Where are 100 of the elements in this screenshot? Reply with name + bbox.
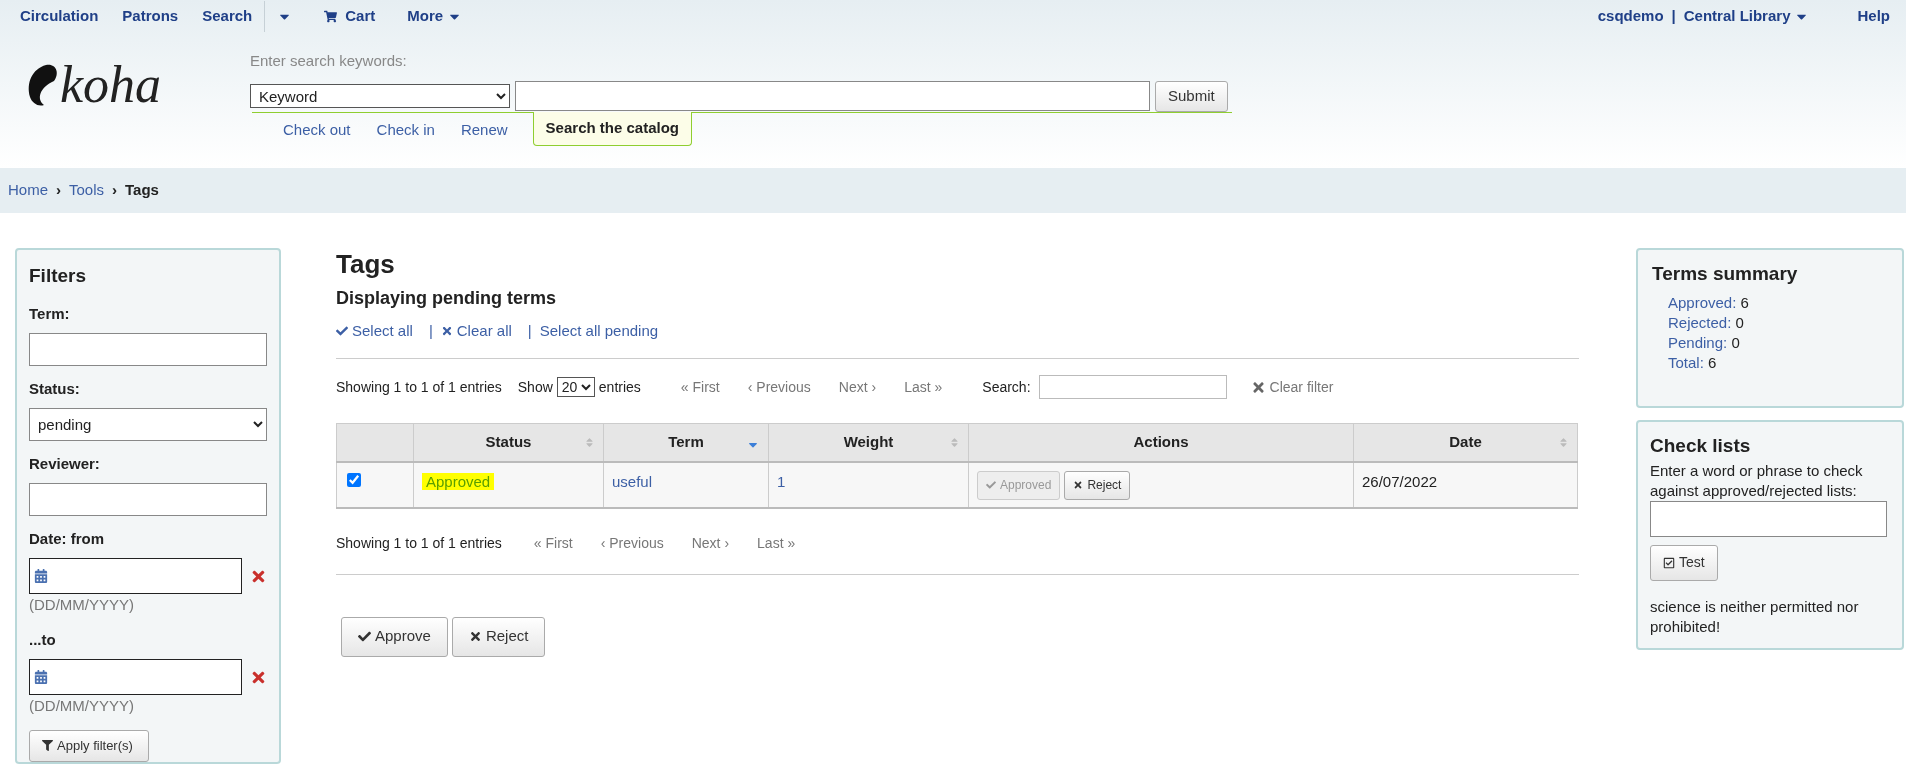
status-select[interactable]: pending (29, 408, 267, 441)
term-link[interactable]: useful (612, 472, 653, 490)
search-input[interactable] (515, 81, 1150, 111)
more-menu[interactable]: More (395, 0, 475, 36)
breadcrumb-link[interactable]: Home (8, 179, 48, 202)
check-icon (986, 480, 996, 490)
entries-info: Showing 1 to 1 of 1 entries (336, 377, 502, 397)
entries-info: Showing 1 to 1 of 1 entries (336, 533, 502, 553)
clear-filter-link[interactable]: Clear filter (1250, 376, 1334, 398)
apply-filters-button[interactable]: Apply filter(s) (29, 729, 149, 762)
table-search-input[interactable] (1038, 375, 1227, 399)
date-format-hint: (DD/MM/YYYY) (29, 696, 135, 716)
column-header[interactable]: Weight (768, 423, 969, 462)
check-icon (336, 324, 348, 337)
sort-icon (949, 436, 960, 448)
date-text: 26/07/2022 (1362, 472, 1438, 490)
test-button[interactable]: Test (1650, 544, 1718, 581)
search-label: Search: (982, 377, 1031, 397)
row-checkbox[interactable] (347, 472, 361, 487)
status-text: Approved (422, 472, 495, 490)
help-link[interactable]: Help (1817, 4, 1898, 28)
nav-link[interactable]: Search (190, 0, 265, 36)
date-input[interactable] (29, 659, 243, 695)
sort-icon (1558, 436, 1569, 448)
show-label: Show (517, 377, 553, 397)
date-format-hint: (DD/MM/YYYY) (29, 595, 135, 615)
column-header[interactable]: Status (413, 423, 604, 462)
nav-separator: | (1671, 5, 1676, 26)
select-link[interactable]: Select all (336, 319, 413, 342)
reject-button[interactable]: Reject (451, 616, 546, 657)
pager-link[interactable]: Next › (838, 376, 877, 398)
page-subtitle: Displaying pending terms (336, 286, 558, 310)
field-label: Status: (29, 378, 81, 399)
summary-link[interactable]: Total: (1668, 353, 1704, 371)
summary-title: Terms summary (1652, 262, 1799, 286)
pager-link[interactable]: Last » (757, 532, 796, 554)
header-tab[interactable]: Check in (363, 115, 448, 146)
summary-count: 0 (1734, 313, 1744, 331)
summary-count: 6 (1707, 353, 1717, 371)
cart-link[interactable]: Cart (304, 0, 396, 36)
pager-link[interactable]: « First (533, 532, 573, 554)
reviewer-input[interactable] (29, 483, 267, 516)
current-page-label: Tags (125, 180, 159, 201)
field-label: Date: from (29, 528, 105, 549)
check-lists-title: Check lists (1650, 434, 1752, 458)
pager-link[interactable]: Next › (691, 532, 730, 554)
check-icon (358, 630, 371, 643)
field-label: Term: (29, 303, 71, 324)
reject-row-button[interactable]: Reject (1064, 470, 1131, 500)
summary-link[interactable]: Approved: (1668, 293, 1737, 311)
summary-count: 6 (1739, 293, 1749, 311)
term-input[interactable] (29, 333, 267, 366)
library-menu[interactable]: Central Library (1675, 4, 1818, 28)
summary-link[interactable]: Pending: (1668, 333, 1728, 351)
column-header[interactable]: Date (1353, 423, 1578, 462)
cross-icon (440, 324, 453, 337)
field-label: ...to (29, 629, 57, 650)
user-link[interactable]: csqdemo (1589, 4, 1672, 28)
search-type-select[interactable]: Keyword (250, 84, 510, 108)
select-link[interactable]: Select all pending (539, 319, 659, 342)
weight-text: 1 (777, 472, 786, 490)
checkbox-icon (1663, 556, 1675, 569)
date-input[interactable] (29, 558, 243, 594)
header-tab[interactable]: Check out (270, 115, 364, 146)
header-tab[interactable]: Renew (447, 115, 521, 146)
breadcrumb-separator: › (112, 180, 118, 201)
logo-text: koha (60, 59, 162, 111)
filters-title: Filters (29, 264, 88, 288)
column-header: Actions (968, 423, 1354, 462)
header-tab[interactable]: Search the catalog (532, 111, 692, 146)
approve-button[interactable]: Approve (341, 616, 448, 657)
pager-link[interactable]: ‹ Previous (600, 532, 664, 554)
column-header[interactable]: Term (603, 423, 769, 462)
breadcrumb-separator: › (56, 180, 61, 201)
nav-link[interactable]: Circulation (8, 0, 111, 36)
page-title: Tags (336, 248, 396, 281)
nav-link[interactable]: Patrons (110, 0, 191, 36)
cart-icon (324, 9, 338, 23)
check-word-input[interactable] (1650, 500, 1887, 537)
summary-link[interactable]: Rejected: (1668, 313, 1732, 331)
link-separator: | (527, 320, 532, 341)
filter-icon (42, 740, 53, 752)
cross-icon (1073, 480, 1084, 490)
check-lists-prompt: Enter a word or phrase to check against approved/rejected lists: (1650, 460, 1864, 501)
check-result: science is neither permitted nor prohibited! (1650, 596, 1860, 637)
summary-count: 0 (1730, 333, 1740, 351)
search-label: Enter search keywords: (250, 51, 408, 71)
calendar-icon (34, 670, 48, 684)
entries-label: entries (598, 377, 641, 397)
field-label: Reviewer: (29, 453, 101, 474)
link-separator: | (428, 320, 433, 341)
select-link[interactable]: Clear all (440, 319, 512, 342)
page-size-select[interactable]: 20 (556, 377, 595, 397)
cross-icon (468, 630, 482, 643)
pager-link[interactable]: « First (680, 376, 720, 398)
breadcrumb-link[interactable]: Tools (69, 179, 105, 202)
calendar-icon (34, 569, 48, 583)
pager-link[interactable]: ‹ Previous (747, 376, 811, 398)
submit-button[interactable]: Submit (1155, 80, 1228, 112)
pager-link[interactable]: Last » (904, 376, 943, 398)
